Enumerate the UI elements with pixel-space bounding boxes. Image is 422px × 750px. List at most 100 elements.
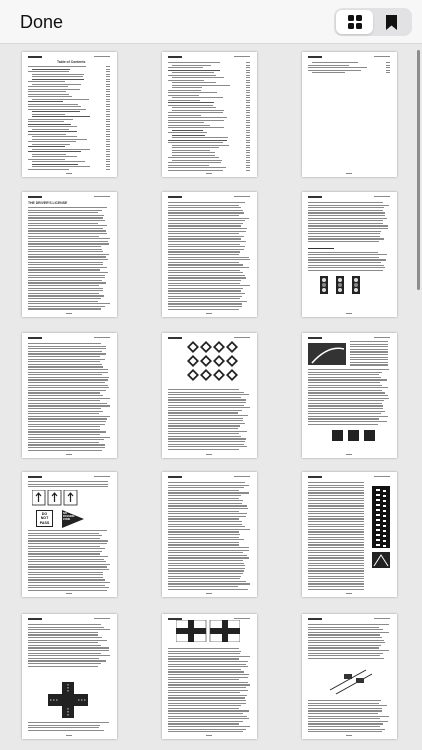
page-thumbnail[interactable]	[162, 192, 257, 317]
text-line	[168, 404, 244, 406]
text-line	[28, 233, 108, 235]
text-line	[308, 713, 379, 715]
text-line	[308, 547, 364, 549]
text-line	[308, 515, 364, 517]
text-line	[28, 279, 103, 281]
text-line	[168, 702, 246, 704]
bookmarks-button[interactable]	[373, 10, 410, 34]
text-line	[168, 663, 246, 665]
text-line	[28, 405, 110, 407]
page-thumbnail[interactable]	[302, 52, 397, 177]
text-line	[168, 212, 245, 214]
page-thumbnail[interactable]: THE DRIVER'S LICENSE	[22, 192, 117, 317]
done-button[interactable]: Done	[20, 12, 63, 33]
text-line	[106, 108, 110, 110]
text-line	[350, 361, 388, 363]
text-line	[168, 513, 247, 515]
text-line	[308, 500, 364, 502]
text-line	[32, 138, 87, 140]
page-thumbnail[interactable]	[302, 614, 397, 739]
text-line	[28, 423, 106, 425]
text-line	[172, 82, 217, 84]
text-line	[308, 397, 390, 399]
text-line	[168, 230, 246, 232]
text-line	[28, 256, 107, 258]
text-line	[308, 415, 388, 417]
text-line	[168, 243, 240, 245]
text-line	[308, 408, 384, 410]
text-line	[168, 567, 245, 569]
text-line	[168, 674, 250, 676]
road-diagram-figure	[308, 343, 346, 365]
text-line	[168, 676, 248, 678]
text-line	[168, 94, 199, 96]
warning-signs-figure	[167, 337, 252, 385]
text-line	[32, 153, 67, 155]
lane-markings-figure	[372, 486, 390, 548]
text-line	[308, 562, 364, 564]
text-line	[28, 285, 100, 287]
text-line	[246, 169, 250, 171]
text-line	[168, 56, 182, 58]
page-thumbnail[interactable]	[162, 333, 257, 458]
text-line	[168, 500, 243, 502]
page-thumbnail[interactable]: DO NOT PASS NO PASSING ZONE	[22, 472, 117, 597]
text-line	[246, 124, 250, 126]
vertical-scrollbar[interactable]	[417, 50, 420, 290]
page-title: Table of Contents	[57, 60, 86, 64]
text-line	[168, 661, 249, 663]
text-line	[308, 269, 384, 271]
page-thumbnail[interactable]	[302, 472, 397, 597]
text-line	[28, 434, 100, 436]
text-line	[168, 655, 250, 657]
text-line	[308, 64, 350, 66]
page-thumbnail[interactable]	[302, 333, 397, 458]
grid-view-button[interactable]	[336, 10, 373, 34]
text-line	[308, 222, 383, 224]
text-line	[168, 272, 244, 274]
text-line	[28, 476, 42, 478]
text-line	[246, 137, 250, 139]
text-line	[246, 139, 250, 141]
page-thumbnail[interactable]	[162, 614, 257, 739]
page-thumbnail[interactable]	[162, 472, 257, 597]
text-line	[28, 103, 78, 105]
text-line	[168, 694, 247, 696]
page-thumbnail[interactable]	[22, 333, 117, 458]
page-thumbnail[interactable]	[302, 192, 397, 317]
text-line	[308, 655, 381, 657]
text-line	[168, 298, 240, 300]
page-thumbnail[interactable]: Table of Contents	[22, 52, 117, 177]
text-line	[168, 588, 249, 590]
text-line	[106, 81, 110, 83]
text-line	[246, 94, 250, 96]
text-line	[308, 715, 389, 717]
page-thumbnail[interactable]	[22, 614, 117, 739]
text-line	[246, 99, 250, 101]
page-number	[206, 453, 212, 455]
text-line	[168, 562, 245, 564]
text-line	[28, 481, 108, 483]
text-line	[308, 264, 384, 266]
text-line	[106, 166, 110, 168]
text-line	[106, 158, 110, 160]
text-line	[168, 217, 249, 219]
text-line	[28, 545, 101, 547]
text-line	[28, 530, 107, 532]
text-line	[106, 148, 110, 150]
text-line	[28, 126, 78, 128]
text-line	[28, 151, 81, 153]
page-number	[206, 172, 212, 174]
text-line	[168, 241, 247, 243]
lane-figure	[372, 552, 390, 568]
text-line	[246, 72, 250, 74]
text-line	[168, 723, 239, 725]
text-line	[28, 348, 107, 350]
text-line	[168, 681, 248, 683]
page-thumbnail[interactable]	[162, 52, 257, 177]
text-line	[350, 346, 388, 348]
text-line	[106, 98, 110, 100]
text-line	[308, 565, 364, 567]
text-line	[308, 387, 388, 389]
text-line	[28, 272, 108, 274]
